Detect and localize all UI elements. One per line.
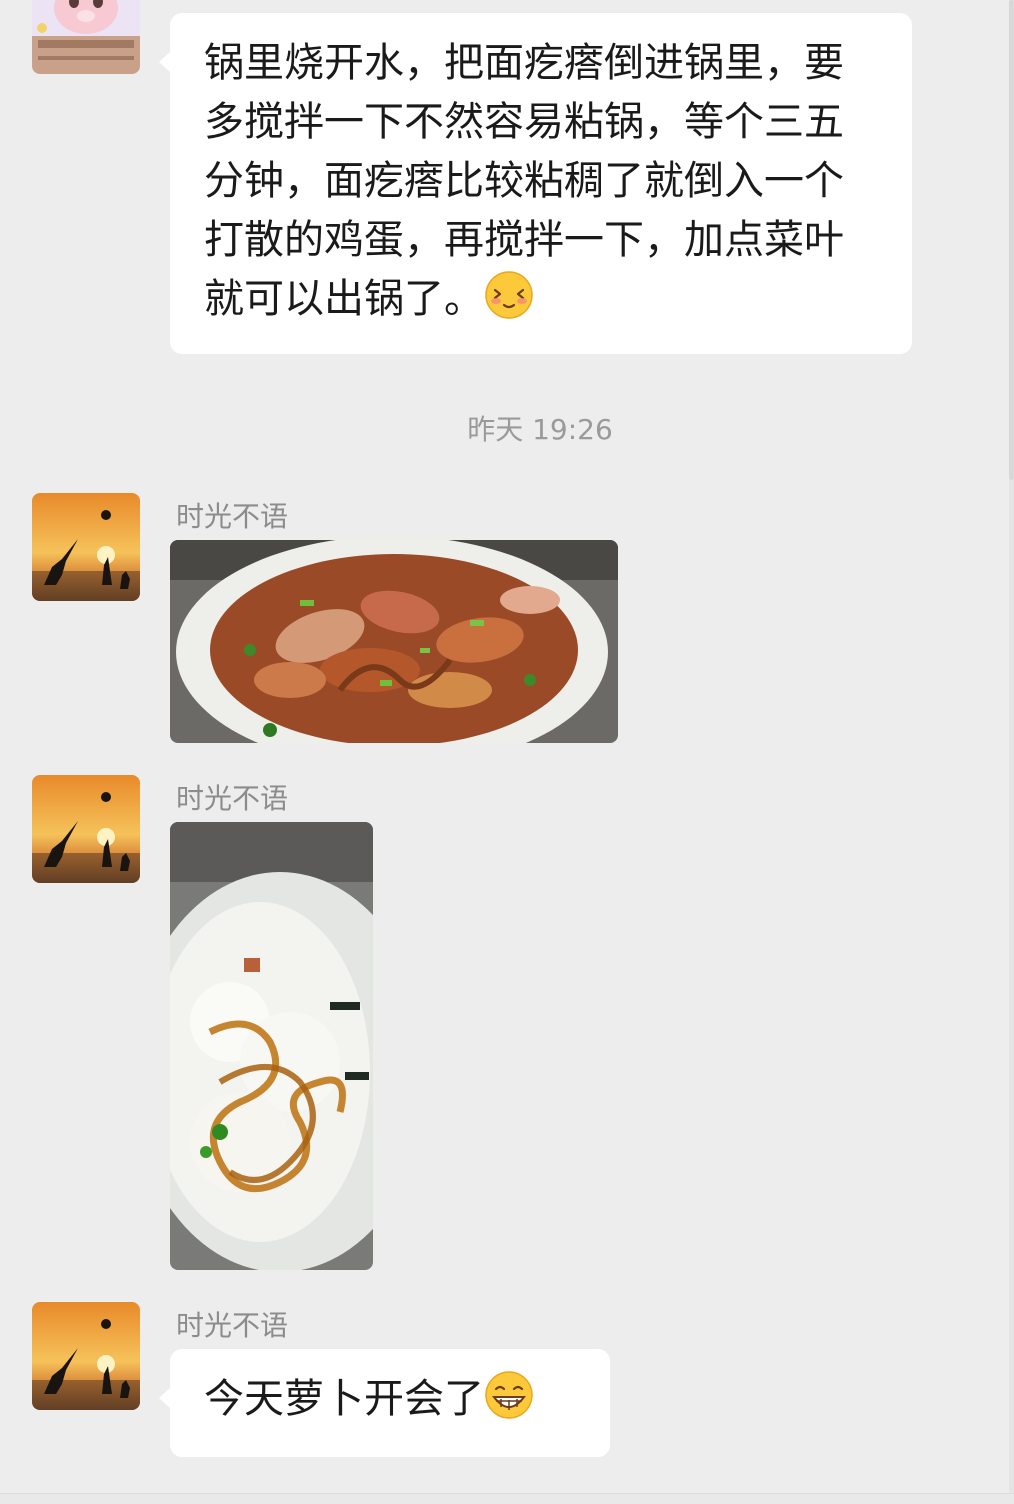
avatar-sunset[interactable] [32,1302,140,1410]
avatar-sunset[interactable] [32,493,140,601]
sunset-silhouette-avatar-image [32,1302,140,1410]
timestamp: 昨天 19:26 [467,413,613,446]
image-message-rice[interactable] [170,822,373,1270]
sunset-silhouette-avatar-image [32,493,140,601]
stir-fried-radish-dish-photo [170,540,618,743]
bottom-edge [0,1493,1014,1504]
sender-name: 时光不语 [176,500,289,533]
avatar-plush-toy[interactable] [32,0,140,74]
image-message-dish[interactable] [170,540,618,743]
shy-blush-emoji-icon [484,270,534,320]
message-text: 今天萝卜开会了 [204,1376,484,1422]
sunset-silhouette-avatar-image [32,775,140,883]
message-bubble-recipe[interactable]: 锅里烧开水，把面疙瘩倒进锅里，要多搅拌一下不然容易粘锅，等个三五分钟，面疙瘩比较… [159,13,912,354]
sender-name: 时光不语 [176,1309,289,1342]
avatar-sunset[interactable] [32,775,140,883]
scrollbar[interactable] [1009,0,1014,1504]
message-bubble-radish[interactable]: 今天萝卜开会了 [159,1349,610,1457]
plush-toy-avatar-image [32,0,140,74]
sender-name: 时光不语 [176,782,289,815]
rice-with-noodles-photo [170,822,373,1270]
grinning-emoji-icon [484,1370,534,1420]
